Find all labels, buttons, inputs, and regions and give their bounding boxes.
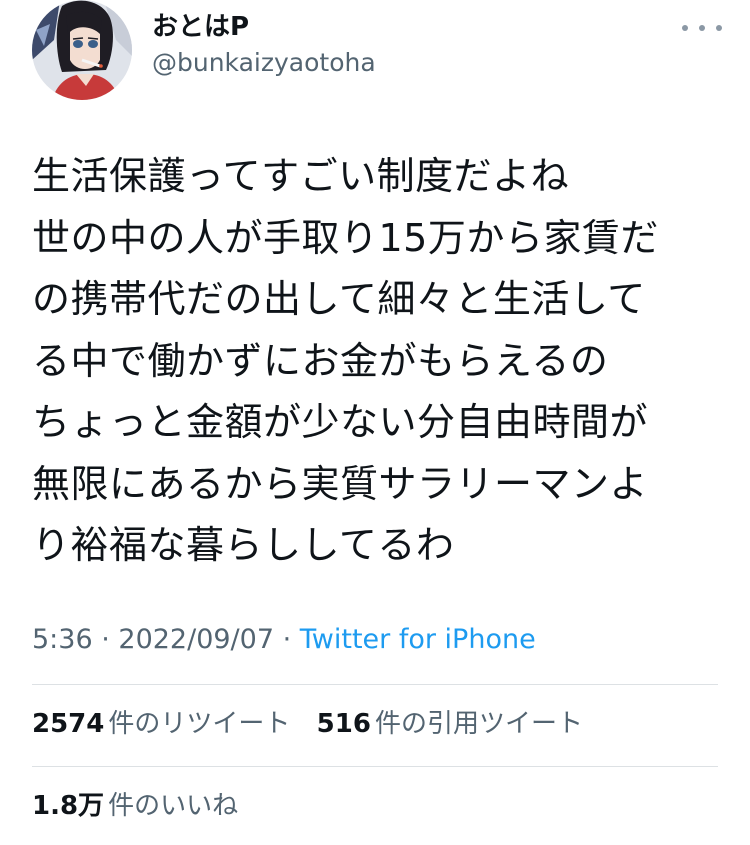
- more-options-button[interactable]: [682, 16, 722, 40]
- more-dots-icon: [699, 25, 705, 31]
- like-count[interactable]: 1.8万 件のいいね: [32, 786, 238, 826]
- more-dots-icon: [682, 25, 688, 31]
- quote-tweet-count-label: 件の引用ツイート: [374, 709, 583, 739]
- display-name[interactable]: おとはP: [152, 10, 376, 44]
- tweet-time: 5:36: [32, 624, 93, 655]
- divider: [32, 766, 718, 767]
- avatar[interactable]: [32, 0, 132, 100]
- tweet-text-line: 生活保護ってすごい制度だよね: [32, 154, 570, 198]
- meta-separator: ·: [92, 624, 119, 655]
- divider: [32, 684, 718, 685]
- retweet-stats-row: 2574 件のリツイート 516 件の引用ツイート: [32, 704, 583, 744]
- retweet-count-number: 2574: [32, 709, 105, 739]
- like-stats-row: 1.8万 件のいいね: [32, 786, 238, 826]
- tweet-text: 生活保護ってすごい制度だよね 世の中の人が手取り15万から家賃だ の携帯代だの出…: [32, 146, 722, 577]
- quote-tweet-count-number: 516: [316, 709, 371, 739]
- meta-separator: ·: [274, 624, 300, 655]
- tweet-header: おとはP @bunkaizyaotoha: [32, 0, 722, 110]
- tweet-text-line: る中で働かずにお金がもらえるの: [32, 338, 609, 383]
- tweet-text-line: 無限にあるから実質サラリーマンよ: [32, 461, 649, 506]
- tweet-text-line: り裕福な暮らししてるわ: [32, 523, 455, 567]
- user-name-block: おとはP @bunkaizyaotoha: [152, 10, 376, 80]
- like-count-label: 件のいいね: [108, 791, 239, 821]
- tweet-text-line: 世の中の人が手取り15万から家賃だ: [32, 215, 659, 260]
- tweet-text-line: の携帯代だの出して細々と生活して: [32, 277, 646, 321]
- tweet-source-link[interactable]: Twitter for iPhone: [300, 624, 536, 655]
- retweet-count-label: 件のリツイート: [108, 709, 291, 739]
- anime-girl-avatar-icon: [32, 0, 132, 100]
- retweet-count[interactable]: 2574 件のリツイート: [32, 704, 290, 744]
- more-dots-icon: [716, 25, 722, 31]
- user-handle[interactable]: @bunkaizyaotoha: [152, 46, 376, 80]
- tweet-date: 2022/09/07: [118, 624, 275, 655]
- like-count-number: 1.8万: [32, 791, 105, 821]
- tweet-meta: 5:36 · 2022/09/07 · Twitter for iPhone: [32, 620, 536, 660]
- tweet-text-line: ちょっと金額が少ない分自由時間が: [32, 400, 649, 444]
- quote-tweet-count[interactable]: 516 件の引用ツイート: [317, 704, 583, 744]
